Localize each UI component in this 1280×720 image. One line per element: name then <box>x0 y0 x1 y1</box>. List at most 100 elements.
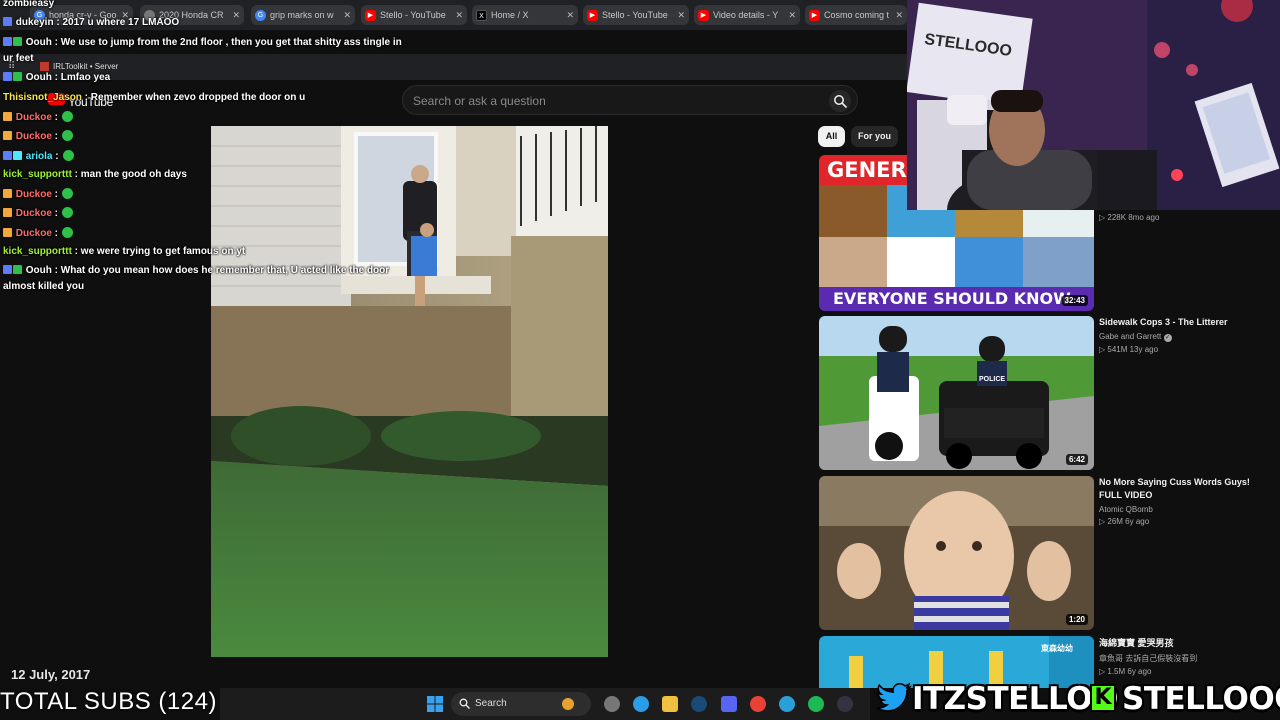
close-icon[interactable]: ✕ <box>117 10 129 21</box>
chat-username: ariola <box>25 151 53 162</box>
social-handles-overlay: ITZSTELLOO K STELLOOO <box>872 676 1280 720</box>
moderator-badge-icon <box>3 131 12 140</box>
moderator-badge-icon <box>3 112 12 121</box>
chip-all[interactable]: All <box>818 126 845 147</box>
browser-tab[interactable]: ▶ Stello - YouTube ✕ <box>583 5 689 25</box>
channel-name-text: Gabe and Garrett <box>1099 332 1162 341</box>
thumbnail-caption-text: EVERYONE SHOULD KNOW <box>833 289 1071 308</box>
video-duration: 32:43 <box>1061 295 1088 306</box>
chat-username: Duckoe <box>15 131 52 142</box>
chat-message: Duckoe : <box>3 130 74 142</box>
browser-tab[interactable]: ▶ Video details - Y ✕ <box>694 5 800 25</box>
kick-handle: STELLOOO <box>1122 681 1280 717</box>
channel-name[interactable]: 章魚哥 去訴自己假裝沒看到 <box>1099 653 1269 664</box>
chat-message: kick_supporttt : man the good oh days <box>3 169 187 180</box>
steam-icon[interactable] <box>691 696 707 712</box>
close-icon[interactable]: ✕ <box>891 10 903 21</box>
channel-name[interactable]: Atomic QBomb <box>1099 505 1269 514</box>
close-icon[interactable]: ✕ <box>451 10 463 21</box>
chip-for-you[interactable]: For you <box>851 126 898 147</box>
kick-emote-icon <box>62 188 74 199</box>
browser-tab[interactable]: ▶ Cosmo coming t ✕ <box>805 5 907 25</box>
recommendation-thumbnail[interactable]: POLICE 6:42 <box>819 316 1094 470</box>
spotify-icon[interactable] <box>808 696 824 712</box>
chat-text: : <box>51 112 59 123</box>
chat-username: Duckoe <box>15 112 52 123</box>
browser-tab[interactable]: X Home / X ✕ <box>472 5 578 25</box>
chat-message: Duckoe : <box>3 207 74 219</box>
chat-message: Duckoe : <box>3 227 74 239</box>
browser-tab-strip: G honda cr-v - Goo ✕ 2020 Honda CR ✕ G g… <box>0 0 907 30</box>
close-icon[interactable]: ✕ <box>339 10 351 21</box>
youtube-logo-icon[interactable] <box>48 93 65 105</box>
task-view-icon[interactable] <box>604 696 620 712</box>
chat-text: : man the good oh days <box>71 169 187 180</box>
discord-icon[interactable] <box>721 696 737 712</box>
video-title[interactable]: 海綿寶寶 愛哭男孩 <box>1099 637 1269 650</box>
chrome-icon[interactable] <box>750 696 766 712</box>
kick-badge-icon <box>13 37 22 46</box>
subscriber-badge-icon <box>3 265 12 274</box>
recommendation-info[interactable]: No More Saying Cuss Words Guys! FULL VID… <box>1099 476 1269 526</box>
site-icon <box>144 9 155 21</box>
video-meta-text: 228K 8mo ago <box>1107 213 1160 222</box>
close-icon[interactable]: ✕ <box>673 10 685 21</box>
taskbar-search-label: Search <box>475 698 507 709</box>
recommendation-thumbnail[interactable]: 1:20 <box>819 476 1094 630</box>
file-explorer-icon[interactable] <box>662 696 678 712</box>
close-icon[interactable]: ✕ <box>784 10 796 21</box>
search-input[interactable] <box>413 93 813 109</box>
browser-tab[interactable]: G grip marks on w ✕ <box>251 5 355 25</box>
thumbnail-badge-text: 東森幼幼 <box>1041 644 1073 653</box>
video-meta: ▷ 228K 8mo ago <box>1099 213 1269 222</box>
subscriber-badge-icon <box>3 37 12 46</box>
windows-start-icon[interactable] <box>427 696 443 712</box>
browser-tab[interactable]: 2020 Honda CR ✕ <box>140 5 244 25</box>
recommendation-info[interactable]: 海綿寶寶 愛哭男孩 章魚哥 去訴自己假裝沒看到 ▷ 1.5M 6y ago <box>1099 637 1269 676</box>
chat-username: Duckoe <box>15 189 52 200</box>
steam-icon[interactable] <box>837 696 853 712</box>
widgets-icon[interactable] <box>562 698 574 710</box>
x-icon: X <box>476 9 487 21</box>
youtube-icon: ▶ <box>587 9 598 21</box>
bookmark-item[interactable]: IRLToolkit • Server <box>40 62 118 71</box>
channel-name[interactable]: Gabe and Garrett ✓ <box>1099 332 1269 342</box>
close-icon[interactable]: ✕ <box>228 10 240 21</box>
windows-taskbar: Search <box>220 688 870 720</box>
kick-emote-icon <box>62 207 74 218</box>
video-meta: ▷ 541M 13y ago <box>1099 345 1269 354</box>
video-title[interactable]: No More Saying Cuss Words Guys! FULL VID… <box>1099 476 1269 502</box>
chat-text: : <box>51 131 59 142</box>
video-title[interactable]: Sidewalk Cops 3 - The Litterer <box>1099 316 1269 329</box>
tab-label: 2020 Honda CR <box>159 10 224 20</box>
recommendation-info[interactable]: ▷ 228K 8mo ago <box>1099 210 1269 222</box>
thumbnail-badge-text: POLICE <box>979 376 1006 383</box>
video-frame <box>211 126 608 657</box>
bookmarks-bar: ⠿ IRLToolkit • Server <box>0 54 907 80</box>
chat-text: : <box>52 151 59 162</box>
verified-icon: ✓ <box>1163 334 1172 342</box>
edge-icon[interactable] <box>633 696 649 712</box>
recommendation-info[interactable]: Sidewalk Cops 3 - The Litterer Gabe and … <box>1099 316 1269 354</box>
main-video-player[interactable] <box>211 126 608 657</box>
apps-grid-icon[interactable]: ⠿ <box>8 61 15 72</box>
total-subs-counter: TOTAL SUBS (124) <box>0 688 217 715</box>
browser-tab[interactable]: ▶ Stello - YouTube ✕ <box>361 5 467 25</box>
kick-badge-icon <box>13 265 22 274</box>
youtube-icon: ▶ <box>698 9 709 21</box>
chat-username: Duckoe <box>15 228 52 239</box>
bookmark-icon <box>40 62 49 71</box>
telegram-icon[interactable] <box>779 696 795 712</box>
moderator-badge-icon <box>3 228 12 237</box>
search-button[interactable] <box>829 90 851 112</box>
browser-tab[interactable]: G honda cr-v - Goo ✕ <box>30 5 133 25</box>
youtube-logo[interactable]: YouTube <box>68 95 113 109</box>
chat-text: : <box>51 189 59 200</box>
twitter-handle: ITZSTELLOO <box>912 681 1118 717</box>
chat-text: : Remember when zevo dropped the door on… <box>81 92 306 103</box>
close-icon[interactable]: ✕ <box>562 10 574 21</box>
kick-emote-icon <box>62 150 74 161</box>
chat-message: Duckoe : <box>3 111 74 123</box>
chat-message: Oouh : We use to jump from the 2nd floor… <box>3 37 402 48</box>
chat-message: kick_supporttt : we were trying to get f… <box>3 246 245 257</box>
